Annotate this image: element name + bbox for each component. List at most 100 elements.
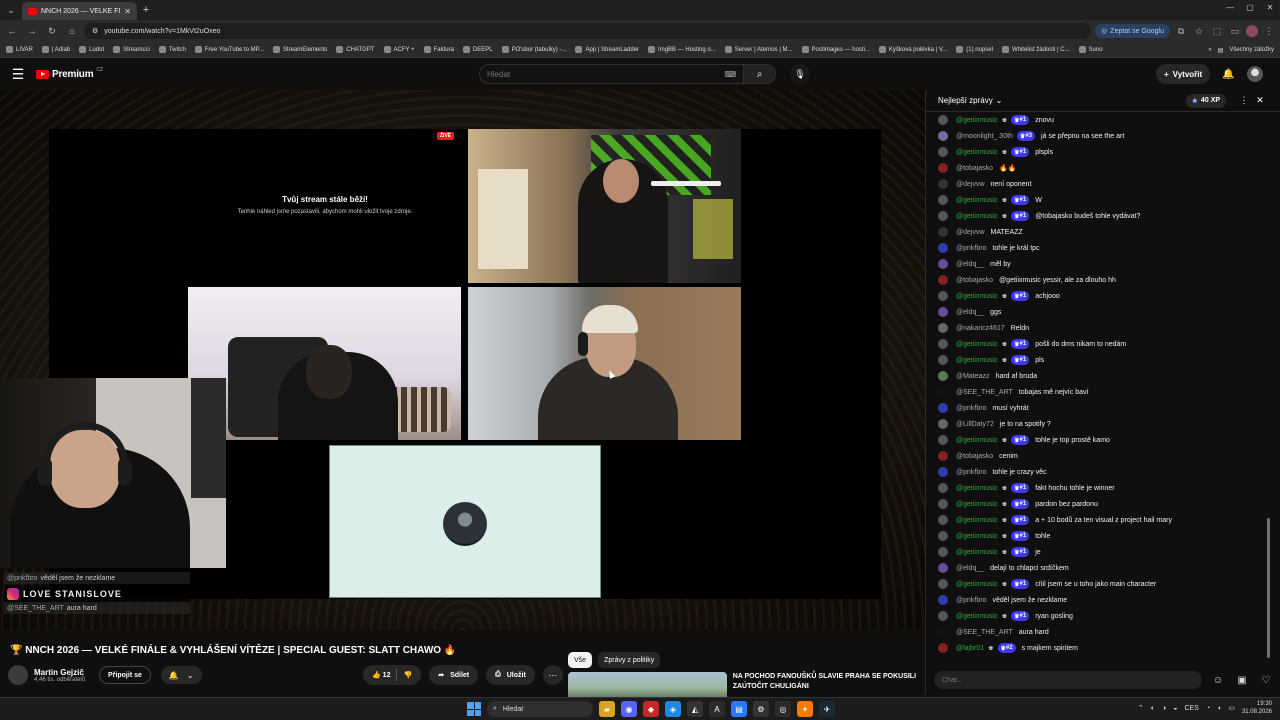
chat-username[interactable]: @moonlight_.30th	[956, 133, 1013, 140]
chat-message[interactable]: @eldq__ měl by	[926, 256, 1271, 272]
chat-avatar[interactable]	[938, 483, 948, 493]
chat-input[interactable]	[934, 671, 1202, 689]
chat-avatar[interactable]	[938, 275, 948, 285]
steam-icon[interactable]: ✈	[819, 701, 835, 717]
chat-avatar[interactable]	[938, 115, 948, 125]
chat-username[interactable]: @LillDaty72	[956, 421, 994, 428]
chat-username[interactable]: @getiixmusic	[956, 213, 998, 220]
chat-message[interactable]: @getiixmusic ♚ ♛ #1 cítil jsem se u toho ja…	[926, 576, 1271, 592]
search-box[interactable]: ⌨	[479, 64, 744, 84]
chat-username[interactable]: @getiixmusic	[956, 533, 998, 540]
chat-message[interactable]: @dejvvw není oponent	[926, 176, 1271, 192]
chat-avatar[interactable]	[938, 371, 948, 381]
language-indicator[interactable]: CES	[1184, 705, 1198, 712]
chat-message[interactable]: @pnkfbro tohle je crazy věc	[926, 464, 1271, 480]
app-blue-icon[interactable]: ◈	[665, 701, 681, 717]
chat-username[interactable]: @Mateazz	[956, 373, 990, 380]
bookmark-item[interactable]: Whitelist žádosti | C...	[1001, 46, 1070, 53]
bookmark-item[interactable]: Postimages — hosti...	[801, 46, 870, 53]
bookmark-item[interactable]: Faktura	[423, 46, 454, 53]
youtube-logo[interactable]: Premium CZ	[36, 67, 103, 80]
discord-icon[interactable]: ◉	[621, 701, 637, 717]
browser-menu-icon[interactable]: ⋮	[1262, 26, 1276, 37]
chat-message[interactable]: @tobajasko @getiixmusic yessir, ale za dl…	[926, 272, 1271, 288]
chat-message[interactable]: @getiixmusic ♚ ♛ #1 pošli do dms nikam to n…	[926, 336, 1271, 352]
chat-message[interactable]: @getiixmusic ♚ ♛ #1 ryan gosling	[926, 608, 1271, 624]
bookmark-item[interactable]: StreamElements	[272, 46, 327, 53]
chat-message[interactable]: @eldq__ ggs	[926, 304, 1271, 320]
search-button[interactable]: ⌕	[744, 64, 776, 84]
chat-message[interactable]: @SEE_THE_ART tobajas mě nejvíc baví	[926, 384, 1271, 400]
bookmark-item[interactable]: Suno	[1078, 46, 1103, 53]
channel-avatar[interactable]	[8, 665, 28, 685]
close-chat-icon[interactable]: ✕	[1252, 95, 1268, 106]
install-app-icon[interactable]: ⧉	[1174, 26, 1188, 37]
chip-politics[interactable]: Zprávy z politiky	[598, 652, 661, 668]
volume-icon[interactable]: ◖	[1217, 705, 1221, 712]
chat-mode-dropdown[interactable]: Nejlepší zprávy ⌄	[938, 96, 1002, 105]
bookmark-item[interactable]: Free YouTube to MP...	[194, 46, 264, 53]
bookmark-item[interactable]: DEEPL	[462, 46, 493, 53]
tray-app-icon[interactable]: ◐	[1151, 705, 1155, 712]
chat-avatar[interactable]	[938, 403, 948, 413]
chat-username[interactable]: @getiixmusic	[956, 485, 998, 492]
tray-app2-icon[interactable]: ◑	[1162, 705, 1166, 712]
chat-avatar[interactable]	[938, 227, 948, 237]
chat-username[interactable]: @dejvvw	[956, 229, 985, 236]
chat-message[interactable]: @pnkfbro věděl jsem že nezklame	[926, 592, 1271, 608]
chat-more-icon[interactable]: ⋮	[1236, 95, 1252, 106]
chat-avatar[interactable]	[938, 291, 948, 301]
taskbar-search[interactable]: ⌕ Hledat	[487, 701, 593, 717]
chat-avatar[interactable]	[938, 243, 948, 253]
all-bookmarks[interactable]: » ▤ Všechny záložky	[1208, 42, 1274, 57]
wifi-icon[interactable]: ◔	[1206, 705, 1210, 712]
chat-avatar[interactable]	[938, 387, 948, 397]
chat-avatar[interactable]	[938, 643, 948, 653]
app-dark-icon[interactable]: ◭	[687, 701, 703, 717]
chat-avatar[interactable]	[938, 179, 948, 189]
chat-avatar[interactable]	[938, 195, 948, 205]
chat-avatar[interactable]	[938, 611, 948, 621]
site-info-icon[interactable]: ⚙	[92, 27, 98, 35]
chat-message[interactable]: @getiixmusic ♚ ♛ #1 pls	[926, 352, 1271, 368]
chip-all[interactable]: Vše	[568, 652, 593, 668]
chat-username[interactable]: @getiixmusic	[956, 437, 998, 444]
more-actions-button[interactable]: ⋯	[542, 665, 563, 685]
bookmark-item[interactable]: Streamcci	[113, 46, 150, 53]
chat-message[interactable]: @getiixmusic ♚ ♛ #1 achjooo	[926, 288, 1271, 304]
bookmarks-overflow-icon[interactable]: »	[1208, 47, 1211, 53]
chat-username[interactable]: @eldq__	[956, 309, 984, 316]
chat-username[interactable]: @pnkfbro	[956, 469, 986, 476]
chat-avatar[interactable]	[938, 547, 948, 557]
chat-message[interactable]: @pnkfbro musí vyhrát	[926, 400, 1271, 416]
chat-username[interactable]: @SEE_THE_ART	[956, 629, 1013, 636]
share-button[interactable]: ➦ Sdílet	[429, 665, 479, 685]
chat-avatar[interactable]	[938, 131, 948, 141]
account-avatar[interactable]	[1246, 66, 1263, 82]
chat-username[interactable]: @tobajasko	[956, 453, 993, 460]
bookmark-item[interactable]: Ludot	[79, 46, 104, 53]
chat-avatar[interactable]	[938, 595, 948, 605]
chat-message[interactable]: @LillDaty72 je to na spotify ?	[926, 416, 1271, 432]
new-tab-icon[interactable]: +	[137, 4, 155, 16]
chat-message[interactable]: @eldq__ delají to chlapci srdíčkem	[926, 560, 1271, 576]
chat-avatar[interactable]	[938, 339, 948, 349]
url-field[interactable]: ⚙ youtube.com/watch?v=1MkVt2uOxeo	[84, 23, 1092, 39]
chat-avatar[interactable]	[938, 563, 948, 573]
dislike-button[interactable]: 👎	[403, 671, 412, 679]
reload-icon[interactable]: ↻	[44, 26, 60, 37]
chat-username[interactable]: @getiixmusic	[956, 341, 998, 348]
chat-username[interactable]: @getiixmusic	[956, 501, 998, 508]
bookmark-star-icon[interactable]: ☆	[1192, 26, 1206, 37]
chat-message[interactable]: @pnkfbro tohle je král tpc	[926, 240, 1271, 256]
chat-message-list[interactable]: @getiixmusic ♚ ♛ #1 znovu @moonlight_.30th ♛ …	[926, 112, 1271, 660]
create-button[interactable]: + Vytvořit	[1156, 64, 1211, 84]
voice-search-button[interactable]: 🎙	[790, 64, 810, 84]
chat-avatar[interactable]	[938, 355, 948, 365]
chat-username[interactable]: @tobajasko	[956, 165, 993, 172]
chat-username[interactable]: @nakaricz4617	[956, 325, 1005, 332]
chat-username[interactable]: @getiixmusic	[956, 149, 998, 156]
sidepanel-icon[interactable]: ▭	[1228, 26, 1242, 37]
chat-username[interactable]: @pnkfbro	[956, 245, 986, 252]
tray-app3-icon[interactable]: ◒	[1173, 705, 1177, 712]
